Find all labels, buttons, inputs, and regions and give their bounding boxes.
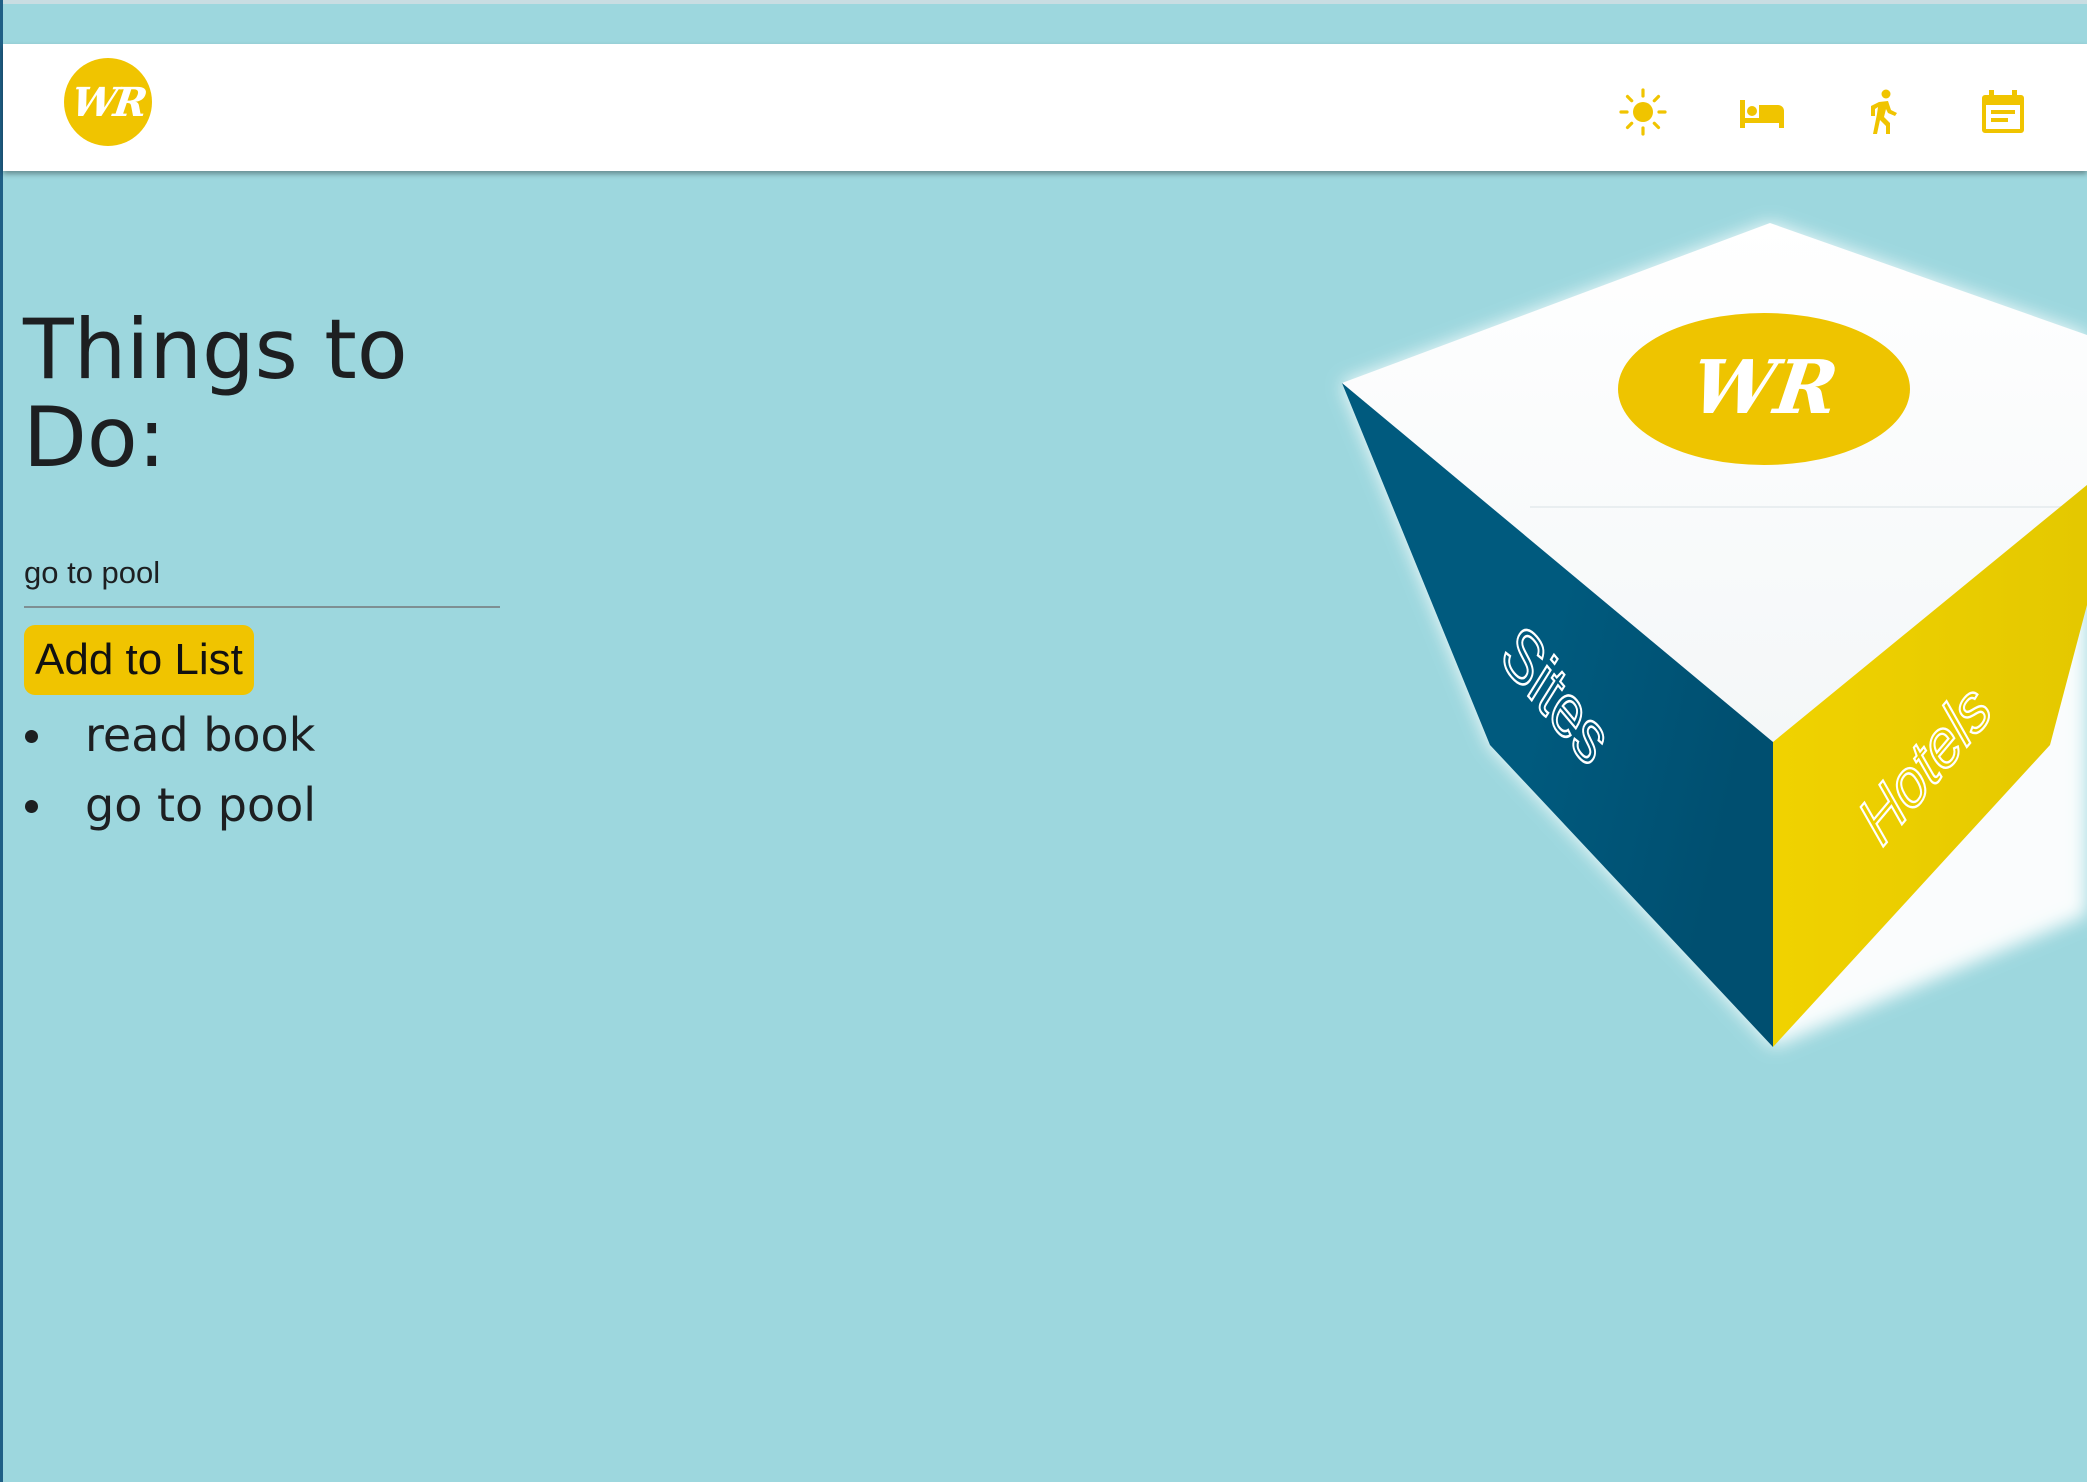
window-left-edge — [0, 0, 3, 1482]
cube-logo-text: WR — [1686, 343, 1843, 431]
logo-text: WR — [68, 78, 148, 126]
bed-icon[interactable] — [1738, 88, 1786, 136]
navigation-cube[interactable]: WR Sites Hotels — [1330, 215, 2087, 1065]
list-item-text: go to pool — [85, 778, 317, 832]
todo-input[interactable] — [24, 540, 500, 608]
add-to-list-button[interactable]: Add to List — [24, 625, 254, 695]
list-item: go to pool — [23, 770, 316, 840]
sun-icon[interactable] — [1619, 88, 1667, 136]
window-top-edge — [0, 0, 2087, 4]
todo-list: read book go to pool — [23, 700, 316, 840]
bullet-icon — [25, 800, 38, 813]
page-heading: Things to Do: — [23, 301, 408, 486]
top-navbar: WR — [3, 44, 2087, 171]
calendar-icon[interactable] — [1979, 88, 2027, 136]
list-item: read book — [23, 700, 316, 770]
walking-person-icon[interactable] — [1859, 88, 1907, 136]
bullet-icon — [25, 730, 38, 743]
list-item-text: read book — [85, 708, 316, 762]
wr-logo[interactable]: WR — [64, 58, 152, 146]
